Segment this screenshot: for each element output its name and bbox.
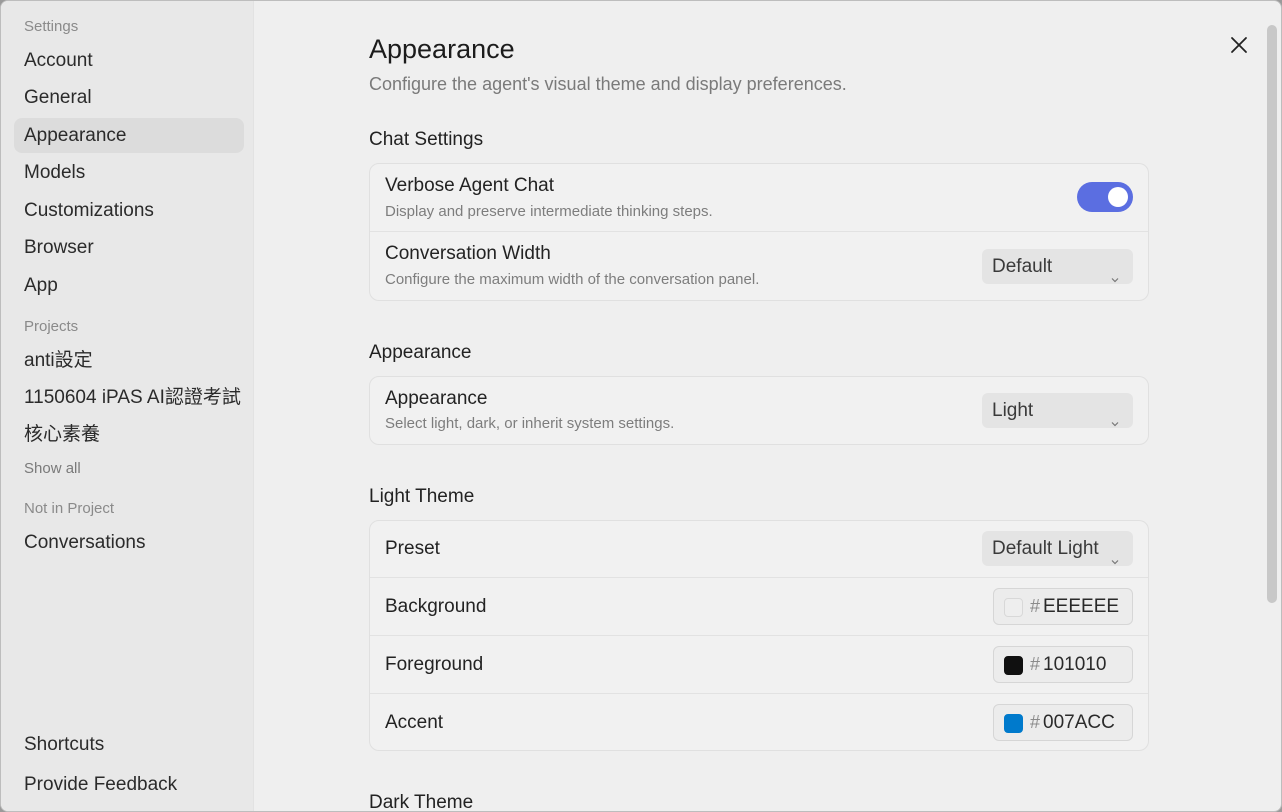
- section-title-dark-theme: Dark Theme: [369, 792, 474, 812]
- sidebar-item-app[interactable]: App: [14, 268, 244, 303]
- preset-row: Preset Default Light: [370, 521, 1148, 578]
- sidebar: Settings Account General Appearance Mode…: [1, 1, 254, 811]
- page-subtitle: Configure the agent's visual theme and d…: [369, 74, 847, 94]
- close-icon[interactable]: [1227, 33, 1251, 57]
- background-row: Background # EEEEEE: [370, 578, 1148, 636]
- color-swatch[interactable]: [1004, 714, 1023, 733]
- sidebar-item-shortcuts[interactable]: Shortcuts: [14, 727, 244, 762]
- sidebar-section-not-in-project: Not in Project: [24, 500, 115, 517]
- scrollbar[interactable]: [1267, 25, 1277, 603]
- row-title: Background: [385, 596, 487, 617]
- sidebar-item-models[interactable]: Models: [14, 155, 244, 190]
- appearance-card: Appearance Select light, dark, or inheri…: [369, 376, 1149, 445]
- appearance-row: Appearance Select light, dark, or inheri…: [370, 377, 1148, 444]
- section-title-chat-settings: Chat Settings: [369, 129, 484, 150]
- sidebar-item-feedback[interactable]: Provide Feedback: [14, 767, 244, 802]
- row-title: Foreground: [385, 654, 484, 675]
- hex-value: 007ACC: [1043, 712, 1115, 733]
- conversation-width-select[interactable]: Default: [982, 249, 1133, 284]
- show-all-link[interactable]: Show all: [24, 460, 81, 477]
- sidebar-item-project[interactable]: 核心素養: [14, 417, 244, 452]
- conversation-width-row: Conversation Width Configure the maximum…: [370, 232, 1148, 300]
- row-title: Accent: [385, 712, 444, 733]
- hash-symbol: #: [1030, 654, 1041, 674]
- row-description: Configure the maximum width of the conve…: [385, 271, 760, 288]
- accent-row: Accent # 007ACC: [370, 694, 1148, 750]
- color-swatch[interactable]: [1004, 598, 1023, 617]
- accent-color-input[interactable]: # 007ACC: [993, 704, 1133, 741]
- select-value: Default Light: [992, 538, 1099, 559]
- chat-settings-card: Verbose Agent Chat Display and preserve …: [369, 163, 1149, 301]
- appearance-mode-select[interactable]: Light: [982, 393, 1133, 428]
- sidebar-item-project[interactable]: 1150604 iPAS AI認證考試: [14, 380, 244, 415]
- foreground-row: Foreground # 101010: [370, 636, 1148, 694]
- select-value: Default: [992, 256, 1053, 277]
- sidebar-item-account[interactable]: Account: [14, 43, 244, 78]
- page-title: Appearance: [369, 34, 515, 64]
- row-title: Verbose Agent Chat: [385, 175, 555, 196]
- hash-symbol: #: [1030, 596, 1041, 616]
- row-description: Display and preserve intermediate thinki…: [385, 203, 713, 220]
- chevron-down-icon: [1110, 544, 1120, 565]
- foreground-color-input[interactable]: # 101010: [993, 646, 1133, 683]
- chevron-down-icon: [1110, 262, 1120, 283]
- row-title: Appearance: [385, 388, 488, 409]
- chevron-down-icon: [1110, 406, 1120, 427]
- background-color-input[interactable]: # EEEEEE: [993, 588, 1133, 625]
- sidebar-item-general[interactable]: General: [14, 80, 244, 115]
- row-description: Select light, dark, or inherit system se…: [385, 415, 675, 432]
- toggle-knob: [1108, 187, 1128, 207]
- row-title: Conversation Width: [385, 243, 551, 264]
- hash-symbol: #: [1030, 712, 1041, 732]
- sidebar-item-appearance[interactable]: Appearance: [14, 118, 244, 153]
- verbose-agent-chat-toggle[interactable]: [1077, 182, 1133, 212]
- color-swatch[interactable]: [1004, 656, 1023, 675]
- section-title-appearance: Appearance: [369, 342, 472, 363]
- light-theme-card: Preset Default Light Background # EEEEEE…: [369, 520, 1149, 751]
- main-content: Appearance Configure the agent's visual …: [254, 1, 1281, 812]
- verbose-agent-chat-row: Verbose Agent Chat Display and preserve …: [370, 164, 1148, 232]
- sidebar-item-browser[interactable]: Browser: [14, 230, 244, 265]
- sidebar-item-project[interactable]: anti設定: [14, 343, 244, 378]
- sidebar-section-settings: Settings: [24, 18, 79, 35]
- section-title-light-theme: Light Theme: [369, 486, 475, 507]
- sidebar-item-conversations[interactable]: Conversations: [14, 525, 244, 560]
- select-value: Light: [992, 400, 1034, 421]
- hex-value: 101010: [1043, 654, 1107, 675]
- sidebar-item-customizations[interactable]: Customizations: [14, 193, 244, 228]
- hex-value: EEEEEE: [1043, 596, 1120, 617]
- settings-window: Settings Account General Appearance Mode…: [0, 0, 1282, 812]
- sidebar-section-projects: Projects: [24, 318, 79, 335]
- preset-select[interactable]: Default Light: [982, 531, 1133, 566]
- row-title: Preset: [385, 538, 440, 559]
